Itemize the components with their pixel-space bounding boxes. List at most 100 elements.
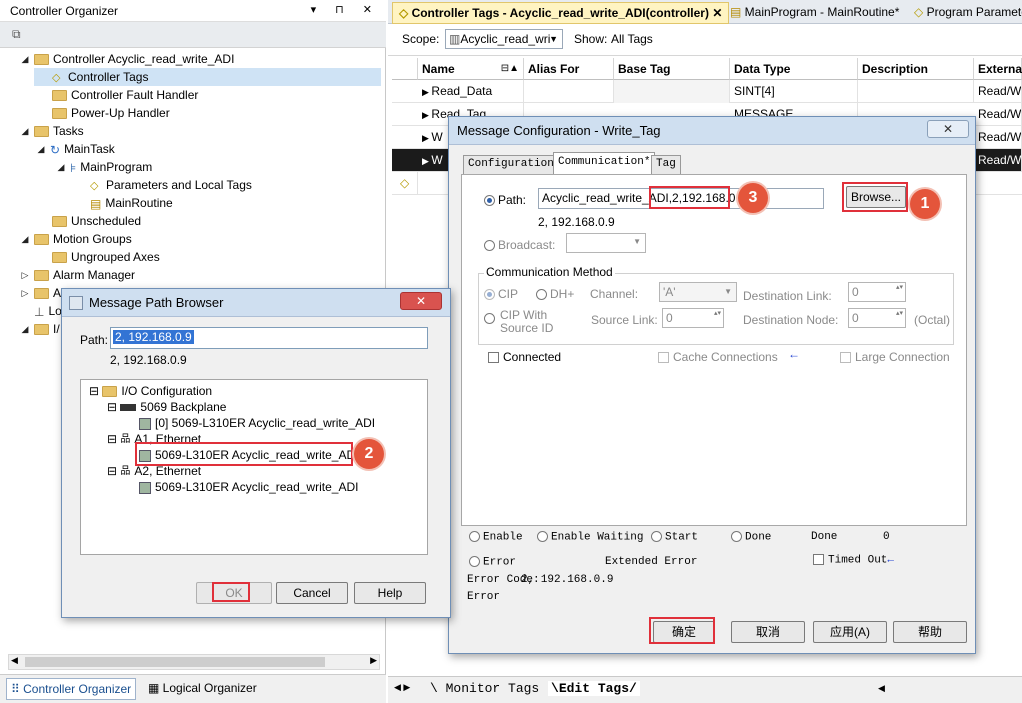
broadcast-select[interactable]: ▼	[566, 233, 646, 253]
scroll-right-icon[interactable]: ▶	[370, 655, 377, 666]
close-button[interactable]: ✕	[927, 120, 969, 138]
left-arrow-icon: ←	[887, 554, 895, 567]
table-row[interactable]: ▶ Read_Data SINT[4] Read/Wr	[392, 80, 1022, 103]
show-select[interactable]: All Tags	[607, 29, 1017, 49]
source-link-label: Source Link:	[591, 313, 658, 327]
tree-item-lo[interactable]: ⊥ Lo	[34, 302, 62, 320]
tree-item-controller-tags[interactable]: ◇ Controller Tags	[34, 68, 381, 86]
expand-arrow-icon[interactable]: ▶	[422, 133, 431, 143]
organizer-window-buttons[interactable]: ▾ ⊓ ✕	[311, 3, 380, 16]
expand-arrow-icon[interactable]: ◢	[20, 320, 30, 338]
destination-node-stepper[interactable]: 0	[848, 308, 906, 328]
destination-link-label: Destination Link:	[743, 289, 832, 303]
expand-arrow-icon[interactable]: ◢	[20, 230, 30, 248]
collapse-icon[interactable]: ⊟	[89, 384, 102, 398]
apply-button[interactable]: 应用(A)	[813, 621, 887, 643]
tree-item-unscheduled[interactable]: Unscheduled	[52, 212, 141, 230]
tab-controller-organizer[interactable]: ⠿ Controller Organizer	[6, 678, 137, 700]
channel-select[interactable]: 'A' ▼	[659, 282, 737, 302]
browse-highlight-box	[842, 182, 908, 212]
column-header-description[interactable]: Description	[858, 58, 974, 80]
help-button[interactable]: 帮助	[893, 621, 967, 643]
grid-corner	[392, 58, 418, 80]
folder-icon	[34, 126, 49, 138]
folder-icon	[34, 324, 49, 336]
close-icon[interactable]: ✕	[709, 6, 722, 20]
collapse-icon[interactable]: ⊟	[107, 400, 120, 414]
expand-arrow-icon[interactable]: ◢	[56, 158, 66, 176]
tab-controller-tags[interactable]: ◇ Controller Tags - Acyclic_read_write_A…	[392, 2, 730, 24]
organizer-horizontal-scrollbar[interactable]: ◀ ▶	[8, 654, 380, 670]
ethernet-icon: 品	[120, 465, 131, 477]
scroll-thumb[interactable]	[25, 657, 325, 667]
scope-select[interactable]: ▥Acyclic_read_wri ▼	[445, 29, 563, 49]
tag-icon: ◇	[90, 179, 99, 192]
column-header-base-tag[interactable]: Base Tag	[614, 58, 730, 80]
browser-path-resolved: 2, 192.168.0.9	[110, 353, 187, 367]
tab-scroll-icons[interactable]: ◀ ▶	[394, 682, 410, 693]
column-header-alias[interactable]: Alias For	[524, 58, 614, 80]
status-area: Enable Enable Waiting Start Done Done 0 …	[465, 529, 965, 609]
folder-icon	[34, 54, 49, 66]
collapse-icon[interactable]: ⊟	[107, 464, 120, 478]
error-code-value: 2, 192.168.0.9	[521, 574, 614, 586]
tree-item-parameters-local-tags[interactable]: ◇ Parameters and Local Tags	[90, 176, 252, 194]
octal-label: (Octal)	[914, 313, 950, 327]
tab-tag[interactable]: Tag	[651, 155, 681, 175]
expand-arrow-icon[interactable]: ◢	[20, 50, 30, 68]
folder-icon	[52, 252, 67, 264]
dh-radio[interactable]: DH+	[536, 287, 574, 301]
browser-title: Message Path Browser	[89, 295, 224, 310]
tab-monitor-tags[interactable]: \ Monitor Tags	[430, 681, 539, 696]
broadcast-radio[interactable]: Broadcast:	[484, 238, 555, 252]
tree-item-a2-controller[interactable]: 5069-L310ER Acyclic_read_write_ADI	[139, 478, 358, 496]
source-link-stepper[interactable]: 0	[662, 308, 724, 328]
ethernet-icon: 品	[120, 433, 131, 445]
connected-checkbox[interactable]: Connected	[488, 350, 561, 364]
document-tabs: ◇ Controller Tags - Acyclic_read_write_A…	[388, 0, 1022, 24]
tab-configuration[interactable]: Configuration	[463, 155, 559, 175]
collapsed-arrow-icon[interactable]: ▷	[20, 266, 30, 284]
browser-cancel-button[interactable]: Cancel	[276, 582, 348, 604]
tree-item-ungrouped-axes[interactable]: Ungrouped Axes	[52, 248, 160, 266]
tab-communication[interactable]: Communication*	[553, 152, 656, 175]
column-header-external[interactable]: External	[974, 58, 1022, 80]
path-radio[interactable]: Path:	[484, 193, 526, 207]
expand-arrow-icon[interactable]: ◢	[36, 140, 46, 158]
timed-out-checkbox[interactable]: Timed Out←	[813, 554, 894, 566]
tab-logical-organizer[interactable]: ▦ Logical Organizer	[144, 678, 261, 700]
collapse-icon[interactable]: ⊟	[107, 432, 120, 446]
sort-icon[interactable]: ⊟▲	[501, 58, 519, 80]
tree-item-fault-handler[interactable]: Controller Fault Handler	[52, 86, 198, 104]
cancel-button[interactable]: 取消	[731, 621, 805, 643]
large-connection-checkbox[interactable]: Large Connection	[840, 350, 950, 364]
browser-help-button[interactable]: Help	[354, 582, 426, 604]
tree-item-mainroutine[interactable]: ▤ MainRoutine	[90, 194, 173, 212]
expand-arrow-icon[interactable]: ▶	[422, 110, 431, 120]
scroll-left-icon[interactable]: ◀	[878, 683, 885, 694]
cip-source-id-radio[interactable]: CIP With Source ID	[484, 309, 553, 335]
scroll-left-icon[interactable]: ◀	[11, 655, 18, 666]
tab-mainroutine[interactable]: ▤ MainProgram - MainRoutine*	[724, 2, 905, 24]
expand-arrow-icon[interactable]: ▶	[422, 87, 431, 97]
expand-arrow-icon[interactable]: ▶	[422, 156, 431, 166]
routine-icon: ▤	[730, 5, 745, 19]
close-button[interactable]: ✕	[400, 292, 442, 310]
tree-item-powerup-handler[interactable]: Power-Up Handler	[52, 104, 170, 122]
browser-path-input[interactable]: 2, 192.168.0.9	[110, 327, 428, 349]
collapse-all-icon[interactable]: ⧉	[12, 27, 21, 42]
collapsed-arrow-icon[interactable]: ▷	[20, 284, 30, 302]
column-header-data-type[interactable]: Data Type	[730, 58, 858, 80]
extended-error-label: Extended Error	[605, 556, 698, 568]
chevron-down-icon: ▼	[549, 34, 558, 44]
column-header-name[interactable]: Name ⊟▲	[418, 58, 524, 80]
cache-connections-checkbox[interactable]: Cache Connections	[658, 350, 778, 364]
cip-radio[interactable]: CIP	[484, 287, 518, 301]
destination-link-stepper[interactable]: 0	[848, 282, 906, 302]
task-cycle-icon: ↻	[50, 142, 61, 157]
expand-arrow-icon[interactable]: ◢	[20, 122, 30, 140]
tab-program-parameters[interactable]: ◇ Program Parameters	[908, 2, 1022, 24]
tab-edit-tags[interactable]: \Edit Tags/	[548, 681, 640, 696]
show-label: Show:	[574, 32, 608, 46]
folder-icon	[34, 288, 49, 300]
